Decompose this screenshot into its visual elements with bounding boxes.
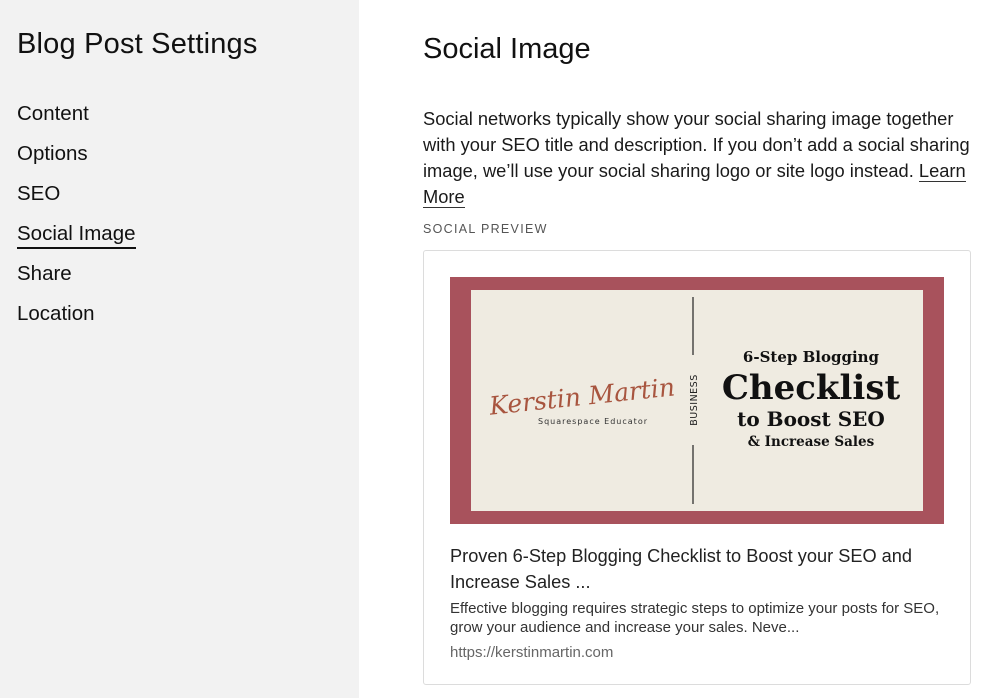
social-image-description: Social networks typically show your soci…: [423, 106, 983, 210]
nav-item-content[interactable]: Content: [17, 100, 136, 140]
social-preview-card: Kerstin Martin Squarespace Educator BUSI…: [423, 250, 971, 685]
nav-item-options[interactable]: Options: [17, 140, 136, 180]
description-text: Social networks typically show your soci…: [423, 108, 970, 181]
nav-item-label: Location: [17, 302, 95, 325]
nav-item-label: Share: [17, 262, 72, 285]
headline-line-2: Checklist: [722, 368, 901, 408]
settings-sidebar: Blog Post Settings Content Options SEO S…: [0, 0, 359, 698]
logo-subtitle: Squarespace Educator: [538, 417, 648, 426]
preview-url: https://kerstinmartin.com: [450, 644, 614, 661]
social-preview-label: SOCIAL PREVIEW: [423, 222, 548, 236]
nav-item-label: Options: [17, 142, 88, 165]
category-label: BUSINESS: [689, 374, 700, 425]
nav-item-share[interactable]: Share: [17, 260, 136, 300]
nav-item-label: Social Image: [17, 221, 136, 249]
sidebar-title: Blog Post Settings: [17, 28, 258, 60]
social-share-image[interactable]: Kerstin Martin Squarespace Educator BUSI…: [450, 277, 944, 524]
nav-item-location[interactable]: Location: [17, 300, 136, 340]
headline-line-3: to Boost SEO: [737, 407, 885, 431]
nav-item-label: Content: [17, 102, 89, 125]
preview-title: Proven 6-Step Blogging Checklist to Boos…: [450, 546, 913, 592]
main-panel: Social Image Social networks typically s…: [359, 0, 1000, 698]
nav-item-social-image[interactable]: Social Image: [17, 220, 136, 260]
headline-line-4: & Increase Sales: [748, 434, 875, 450]
settings-nav: Content Options SEO Social Image Share L…: [17, 100, 136, 340]
nav-item-label: SEO: [17, 182, 61, 205]
nav-item-seo[interactable]: SEO: [17, 180, 136, 220]
preview-description: Effective blogging requires strategic st…: [450, 600, 940, 636]
headline-line-1: 6-Step Blogging: [743, 348, 880, 366]
page-title: Social Image: [423, 33, 591, 65]
